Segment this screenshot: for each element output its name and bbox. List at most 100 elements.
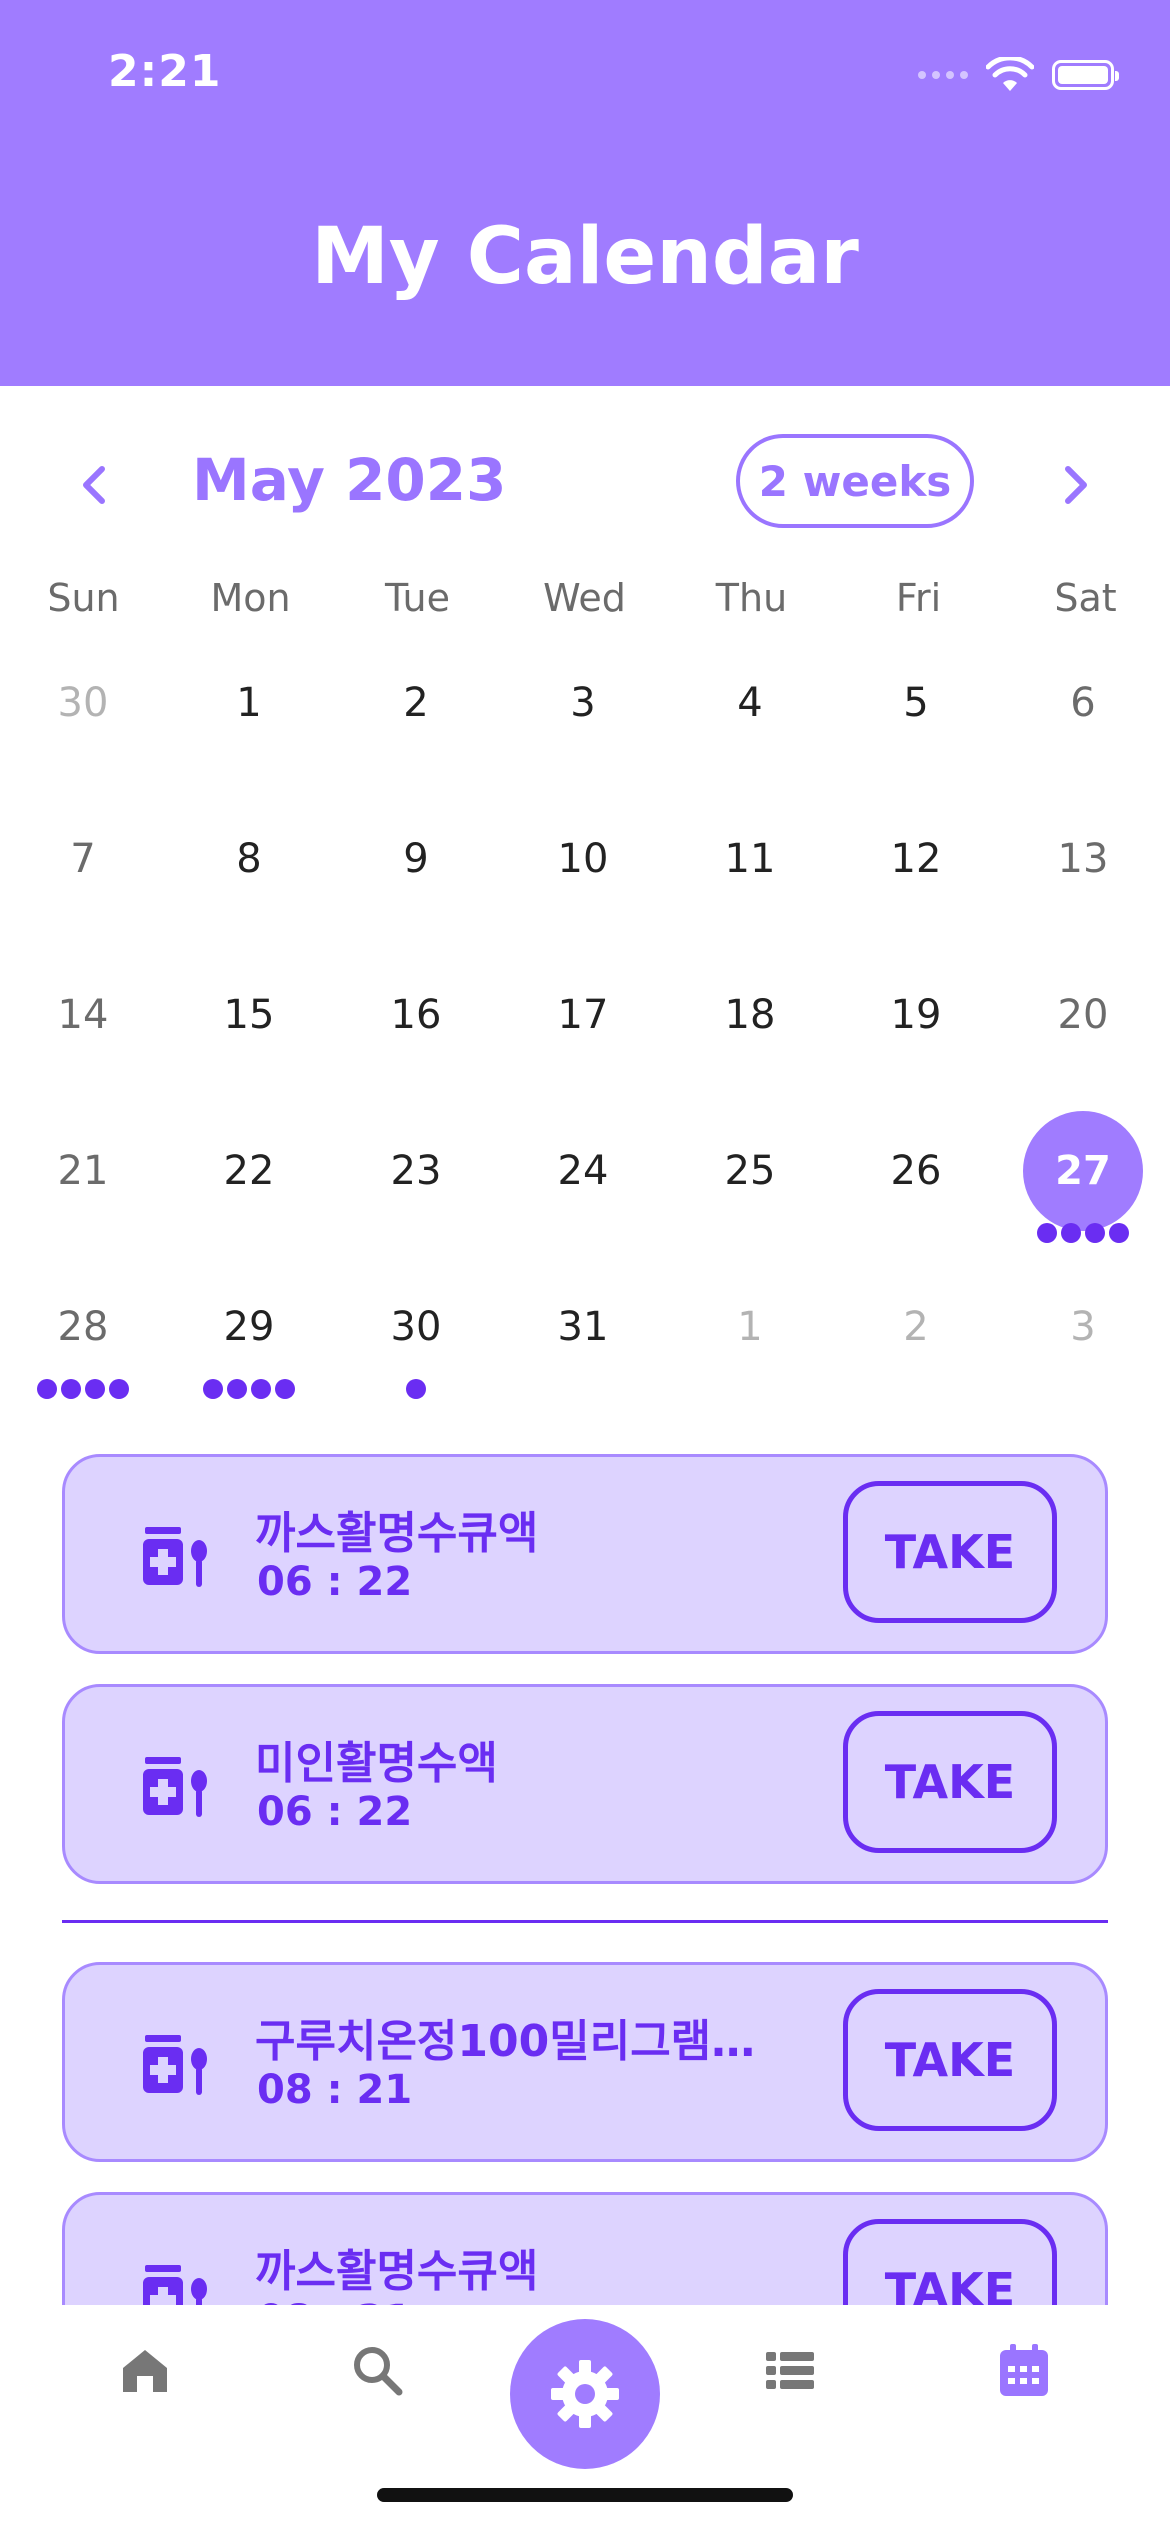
chevron-right-icon (1065, 466, 1087, 504)
calendar-day[interactable]: 1 (690, 1267, 810, 1387)
calendar-day[interactable]: 13 (1023, 799, 1143, 919)
medication-name: 구루치온정100밀리그램(글루타치온(환원형)) (255, 2016, 775, 2067)
weekday-thu: Thu (715, 576, 788, 620)
calendar-day[interactable]: 2 (356, 643, 476, 763)
calendar-day[interactable]: 3 (1023, 1267, 1143, 1387)
event-indicator-dots (406, 1379, 426, 1399)
calendar-icon (1000, 2344, 1048, 2396)
wifi-icon (986, 57, 1034, 91)
event-dot (1037, 1223, 1057, 1243)
medicine-bottle-spoon-icon (143, 2265, 207, 2305)
calendar-day[interactable]: 10 (523, 799, 643, 919)
medicine-bottle-spoon-icon (143, 1757, 207, 1817)
calendar-day[interactable]: 30 (23, 643, 143, 763)
event-dot (1109, 1223, 1129, 1243)
calendar-day[interactable]: 20 (1023, 955, 1143, 1075)
nav-calendar[interactable] (974, 2305, 1074, 2435)
medication-time: 08 : 21 (257, 2067, 413, 2113)
calendar-day[interactable]: 8 (189, 799, 309, 919)
event-dot (406, 1379, 426, 1399)
weekday-sun: Sun (47, 576, 120, 620)
app-header: 2:21 My Calendar (0, 0, 1170, 386)
calendar-day[interactable]: 12 (856, 799, 976, 919)
calendar-day[interactable]: 11 (690, 799, 810, 919)
status-time: 2:21 (108, 46, 222, 97)
nav-settings[interactable] (510, 2319, 660, 2469)
weekday-tue: Tue (385, 576, 450, 620)
battery-icon (1052, 60, 1119, 90)
status-icons (918, 50, 1119, 100)
nav-home[interactable] (95, 2305, 195, 2435)
calendar-day[interactable]: 7 (23, 799, 143, 919)
event-dot (227, 1379, 247, 1399)
calendar-day[interactable]: 2 (856, 1267, 976, 1387)
event-indicator-dots (37, 1379, 129, 1399)
calendar-day[interactable]: 23 (356, 1111, 476, 1231)
event-dot (37, 1379, 57, 1399)
calendar-day[interactable]: 28 (23, 1267, 143, 1387)
weekday-header-row: Sun Mon Tue Wed Thu Fri Sat (0, 576, 1170, 636)
medication-card[interactable]: 구루치온정100밀리그램(글루타치온(환원형)) 08 : 21 TAKE (62, 1962, 1108, 2162)
medication-card[interactable]: 까스활명수큐액 08 : 21 TAKE (62, 2192, 1108, 2305)
calendar-day[interactable]: 27 (1023, 1111, 1143, 1231)
medication-card[interactable]: 미인활명수액 06 : 22 TAKE (62, 1684, 1108, 1884)
event-dot (203, 1379, 223, 1399)
calendar-day[interactable]: 30 (356, 1267, 476, 1387)
calendar-day[interactable]: 21 (23, 1111, 143, 1231)
weekday-mon: Mon (210, 576, 291, 620)
calendar-day[interactable]: 4 (690, 643, 810, 763)
event-dot (61, 1379, 81, 1399)
calendar-day[interactable]: 17 (523, 955, 643, 1075)
calendar-range-toggle[interactable]: 2 weeks (736, 434, 974, 528)
calendar-day[interactable]: 16 (356, 955, 476, 1075)
take-button[interactable]: TAKE (843, 1481, 1057, 1623)
medication-name: 미인활명수액 (255, 1738, 498, 1789)
chevron-left-icon (83, 466, 105, 504)
take-button[interactable]: TAKE (843, 2219, 1057, 2305)
take-button[interactable]: TAKE (843, 1711, 1057, 1853)
medication-time: 08 : 21 (257, 2297, 412, 2305)
event-indicator-dots (203, 1379, 295, 1399)
take-button[interactable]: TAKE (843, 1989, 1057, 2131)
page-title: My Calendar (311, 212, 859, 302)
event-dot (275, 1379, 295, 1399)
calendar-day[interactable]: 26 (856, 1111, 976, 1231)
calendar-day[interactable]: 3 (523, 643, 643, 763)
calendar-day[interactable]: 25 (690, 1111, 810, 1231)
nav-search[interactable] (327, 2305, 427, 2435)
medicine-bottle-spoon-icon (143, 1527, 207, 1587)
weekday-sat: Sat (1054, 576, 1117, 620)
calendar-day[interactable]: 1 (189, 643, 309, 763)
calendar-day[interactable]: 14 (23, 955, 143, 1075)
event-dot (109, 1379, 129, 1399)
calendar-day[interactable]: 6 (1023, 643, 1143, 763)
list-icon (766, 2352, 814, 2389)
calendar-day[interactable]: 9 (356, 799, 476, 919)
cellular-signal-icon (918, 71, 968, 79)
previous-month-button[interactable] (66, 455, 126, 515)
nav-list[interactable] (740, 2305, 840, 2435)
weekday-wed: Wed (543, 576, 626, 620)
calendar-day[interactable]: 15 (189, 955, 309, 1075)
settings-icon (551, 2360, 619, 2428)
event-dot (1085, 1223, 1105, 1243)
calendar-day[interactable]: 29 (189, 1267, 309, 1387)
home-indicator (377, 2488, 793, 2502)
search-icon (354, 2347, 403, 2396)
calendar-day[interactable]: 5 (856, 643, 976, 763)
calendar-day[interactable]: 22 (189, 1111, 309, 1231)
medication-time: 06 : 22 (257, 1789, 413, 1835)
next-month-button[interactable] (1044, 455, 1104, 515)
medication-name: 까스활명수큐액 (255, 1508, 539, 1559)
weekday-fri: Fri (895, 576, 942, 620)
time-group-divider (62, 1920, 1108, 1923)
calendar-day[interactable]: 24 (523, 1111, 643, 1231)
medication-card[interactable]: 까스활명수큐액 06 : 22 TAKE (62, 1454, 1108, 1654)
medication-time: 06 : 22 (257, 1559, 413, 1605)
schedule-list[interactable]: 까스활명수큐액 06 : 22 TAKE 미인활명수액 06 : 22 TAKE… (0, 1440, 1170, 2305)
medicine-bottle-spoon-icon (143, 2035, 207, 2095)
calendar-day[interactable]: 19 (856, 955, 976, 1075)
medication-name: 까스활명수큐액 (255, 2246, 539, 2297)
calendar-day[interactable]: 31 (523, 1267, 643, 1387)
calendar-day[interactable]: 18 (690, 955, 810, 1075)
